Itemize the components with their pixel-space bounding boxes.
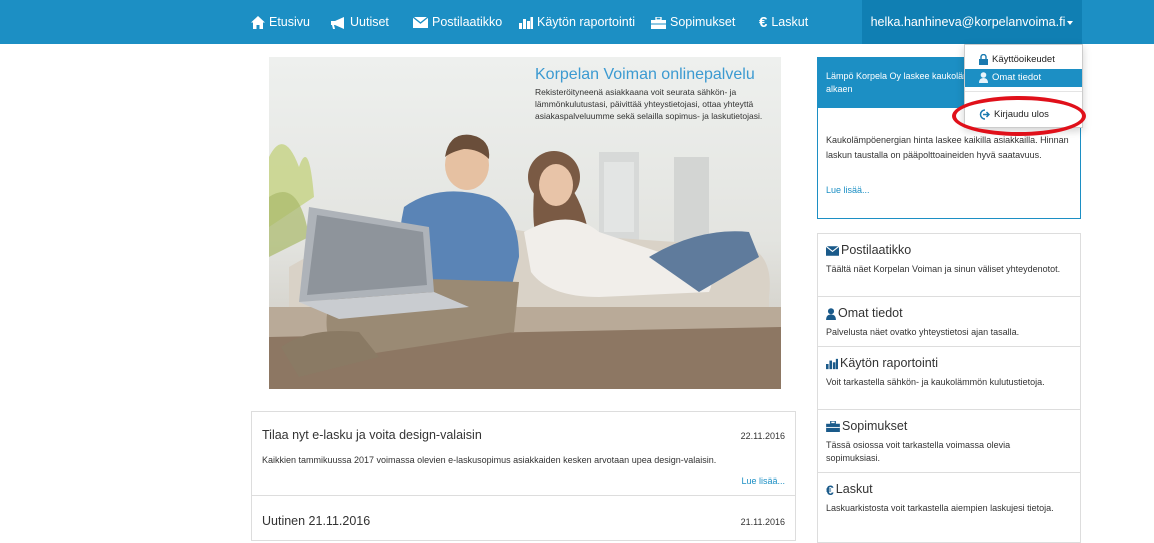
service-description: Laskuarkistosta voit tarkastella aiempie… [826, 503, 1054, 513]
user-icon [979, 72, 988, 83]
user-dropdown-menu: Käyttöoikeudet Omat tiedot Kirjaudu ulos [964, 44, 1083, 128]
dropdown-item-label: Käyttöoikeudet [992, 54, 1055, 65]
service-title-label: Postilaatikko [841, 243, 912, 257]
service-kayton-raportointi[interactable]: Käytön raportointi Voit tarkastella sähk… [818, 347, 1080, 410]
euro-icon: € [759, 13, 768, 31]
services-list: Postilaatikko Täältä näet Korpelan Voima… [817, 233, 1081, 543]
dropdown-item-label: Kirjaudu ulos [994, 109, 1049, 120]
dropdown-item-omat-tiedot[interactable]: Omat tiedot [965, 69, 1082, 87]
home-icon [251, 16, 265, 30]
news-title[interactable]: Uutinen 21.11.2016 [262, 514, 370, 528]
user-email: helka.hanhineva@korpelanvoima.fi [870, 15, 1066, 29]
nav-uutiset-label: Uutiset [350, 15, 389, 29]
user-icon [826, 307, 836, 320]
service-description: Täältä näet Korpelan Voiman ja sinun väl… [826, 264, 1061, 274]
service-sopimukset[interactable]: Sopimukset Tässä osiossa voit tarkastell… [818, 410, 1080, 473]
hero-title: Korpelan Voiman onlinepalvelu [535, 66, 755, 83]
envelope-icon [413, 17, 428, 29]
bullhorn-icon [331, 16, 346, 29]
service-title-label: Käytön raportointi [840, 356, 938, 370]
nav-laskut[interactable]: € Laskut [759, 0, 808, 44]
news-list: Tilaa nyt e-lasku ja voita design-valais… [251, 411, 796, 541]
euro-icon: € [826, 481, 834, 498]
caret-down-icon [1067, 20, 1074, 25]
nav-etusivu-label: Etusivu [269, 15, 310, 29]
nav-kayton-raportointi[interactable]: Käytön raportointi [519, 0, 635, 44]
news-date: 22.11.2016 [740, 431, 785, 441]
news-title[interactable]: Tilaa nyt e-lasku ja voita design-valais… [262, 428, 482, 442]
notice-read-more-link[interactable]: Lue lisää... [826, 185, 870, 195]
service-title-label: Sopimukset [842, 419, 908, 433]
news-excerpt: Kaikkien tammikuussa 2017 voimassa olevi… [262, 455, 717, 465]
briefcase-icon [651, 16, 666, 29]
bar-chart-icon [519, 16, 533, 29]
hero-text: Korpelan Voiman onlinepalvelu Rekisteröi… [535, 65, 775, 122]
nav-uutiset[interactable]: Uutiset [331, 0, 389, 44]
nav-postilaatikko-label: Postilaatikko [432, 15, 503, 29]
service-description: Palvelusta näet ovatko yhteystietosi aja… [826, 327, 1020, 337]
notice-body: Kaukolämpöenergian hinta laskee kaikilla… [826, 135, 1069, 160]
hero-body: Rekisteröityneenä asiakkaana voit seurat… [535, 87, 763, 121]
envelope-icon [826, 245, 839, 256]
service-title: Käytön raportointi [826, 355, 938, 371]
news-read-more-link[interactable]: Lue lisää... [741, 476, 785, 486]
nav-sopimukset-label: Sopimukset [670, 15, 736, 29]
briefcase-icon [826, 421, 840, 433]
news-date: 21.11.2016 [740, 517, 785, 527]
nav-postilaatikko[interactable]: Postilaatikko [413, 0, 502, 44]
nav-etusivu[interactable]: Etusivu [251, 0, 310, 44]
dropdown-item-kayttooikeudet[interactable]: Käyttöoikeudet [965, 51, 1082, 69]
service-title: Sopimukset [826, 418, 907, 434]
nav-sopimukset[interactable]: Sopimukset [651, 0, 735, 44]
dropdown-divider [965, 91, 1082, 92]
service-title: Omat tiedot [826, 305, 903, 321]
dropdown-item-kirjaudu-ulos[interactable]: Kirjaudu ulos [965, 106, 1082, 124]
service-description: Voit tarkastella sähkön- ja kaukolämmön … [826, 377, 1045, 387]
user-menu-toggle[interactable]: helka.hanhineva@korpelanvoima.fi [862, 0, 1082, 44]
hero-banner: Korpelan Voiman onlinepalvelu Rekisteröi… [269, 57, 781, 389]
lock-icon [979, 53, 988, 65]
service-omat-tiedot[interactable]: Omat tiedot Palvelusta näet ovatko yhtey… [818, 297, 1080, 347]
service-description: Tässä osiossa voit tarkastella voimassa … [826, 440, 1011, 463]
news-item: Tilaa nyt e-lasku ja voita design-valais… [252, 412, 795, 496]
service-laskut[interactable]: € Laskut Laskuarkistosta voit tarkastella… [818, 473, 1080, 543]
news-item: Uutinen 21.11.2016 21.11.2016 [252, 497, 795, 541]
service-title-label: Laskut [835, 482, 873, 496]
log-out-icon [979, 109, 990, 120]
service-title: € Laskut [826, 481, 873, 498]
nav-kayton-raportointi-label: Käytön raportointi [537, 15, 635, 29]
service-title-label: Omat tiedot [838, 306, 903, 320]
nav-laskut-label: Laskut [771, 15, 809, 29]
service-title: Postilaatikko [826, 242, 911, 258]
bar-chart-icon [826, 358, 838, 370]
service-postilaatikko[interactable]: Postilaatikko Täältä näet Korpelan Voima… [818, 234, 1080, 297]
top-navbar: Etusivu Uutiset Postilaatikko Käytön rap… [0, 0, 1154, 44]
dropdown-item-label: Omat tiedot [992, 72, 1042, 83]
